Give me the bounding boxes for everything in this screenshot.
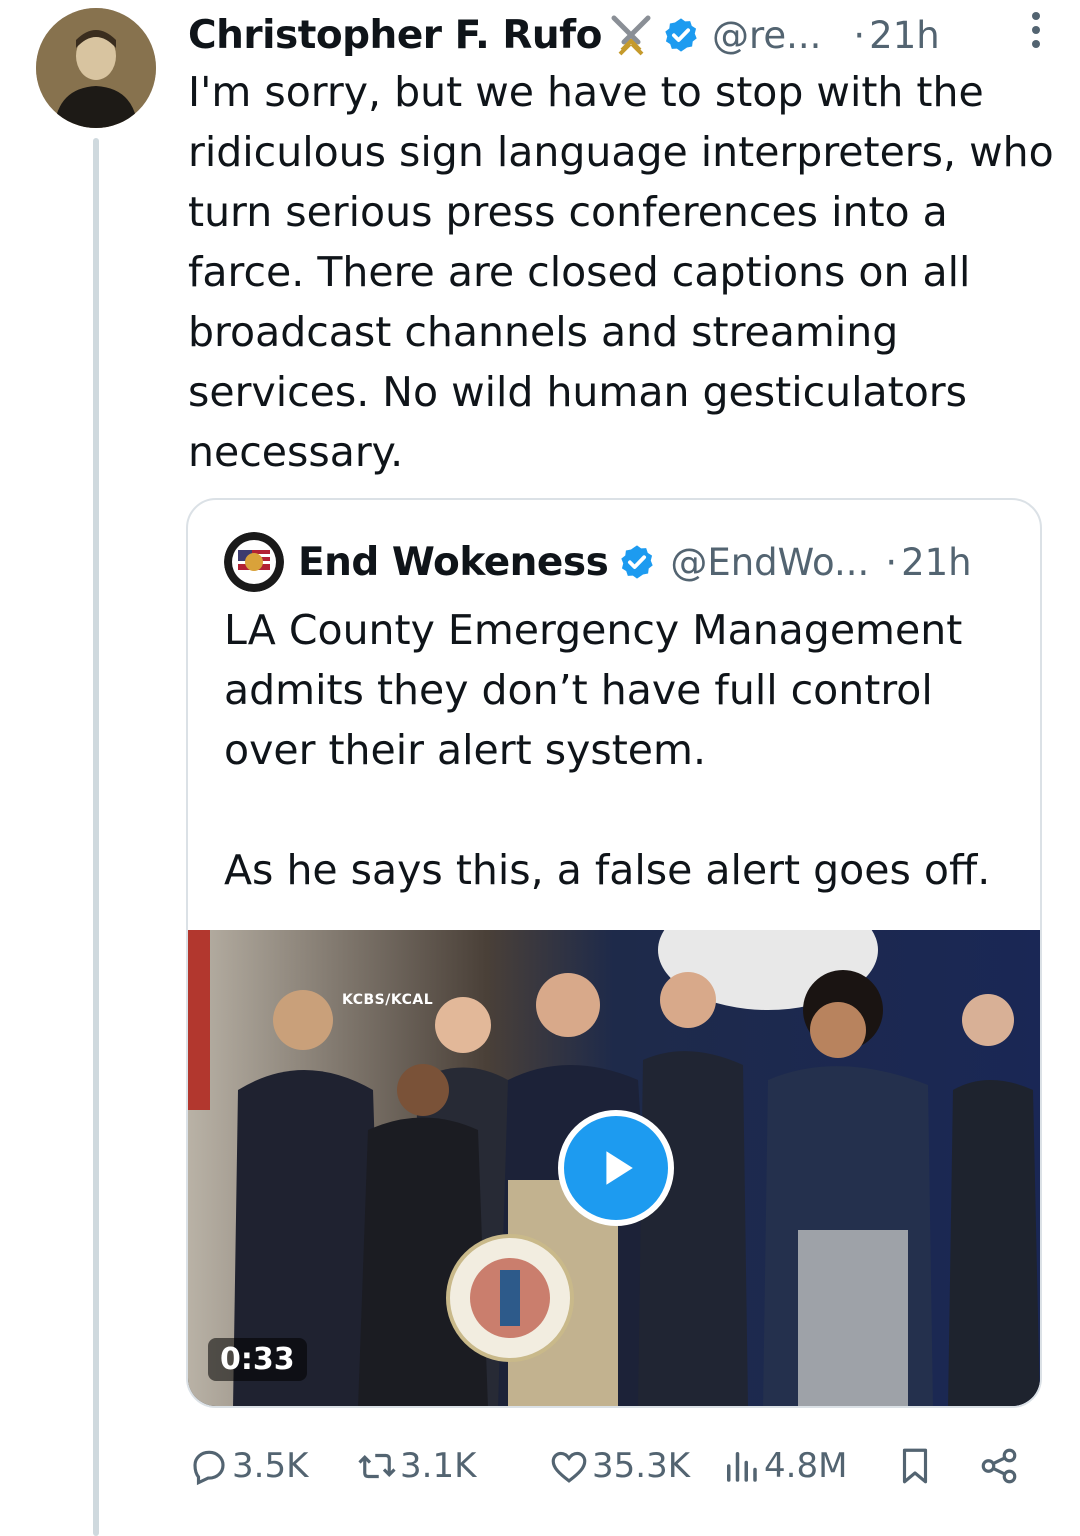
separator-dot: · xyxy=(885,540,898,584)
quoted-avatar xyxy=(224,532,284,592)
video-player[interactable]: KCBS/KCAL 0:33 xyxy=(188,930,1040,1406)
verified-icon xyxy=(621,545,653,579)
tweet-header: Christopher F. Rufo @re... · 21h xyxy=(188,8,1060,62)
more-options-icon[interactable] xyxy=(1028,8,1044,52)
quoted-tweet-text: LA County Emergency Management admits th… xyxy=(224,606,991,894)
quoted-author-name[interactable]: End Wokeness xyxy=(298,540,609,585)
bookmark-button[interactable] xyxy=(894,1436,936,1496)
action-bar: 3.5K 3.1K 35.3K 4.8M xyxy=(188,1436,1038,1496)
swords-icon xyxy=(611,15,651,56)
bookmark-icon xyxy=(902,1448,928,1484)
play-icon xyxy=(606,1151,633,1185)
view-count: 4.8M xyxy=(764,1446,848,1486)
reply-button[interactable]: 3.5K xyxy=(188,1436,308,1496)
play-button[interactable] xyxy=(558,1110,674,1226)
like-count: 35.3K xyxy=(592,1446,690,1486)
tweet-time[interactable]: 21h xyxy=(869,14,940,57)
quoted-tweet[interactable]: End Wokeness @EndWo... · 21h LA County E… xyxy=(186,498,1042,1408)
quoted-tweet-header: End Wokeness @EndWo... · 21h xyxy=(224,532,1020,592)
quoted-author-handle[interactable]: @EndWo... xyxy=(670,541,869,584)
heart-icon xyxy=(551,1451,587,1483)
verified-icon xyxy=(665,18,697,52)
retweet-button[interactable]: 3.1K xyxy=(356,1436,476,1496)
retweet-icon xyxy=(358,1453,396,1479)
video-duration: 0:33 xyxy=(208,1338,307,1381)
overlay-label: KCBS/KCAL xyxy=(342,992,434,1008)
share-button[interactable] xyxy=(978,1436,1020,1496)
reply-icon xyxy=(193,1450,225,1486)
views-button[interactable]: 4.8M xyxy=(720,1436,847,1496)
retweet-count: 3.1K xyxy=(400,1446,477,1486)
quoted-tweet-time[interactable]: 21h xyxy=(901,541,972,584)
avatar[interactable] xyxy=(36,8,156,128)
thread-line xyxy=(93,138,99,1536)
tweet-text: I'm sorry, but we have to stop with the … xyxy=(188,68,1054,476)
like-button[interactable]: 35.3K xyxy=(548,1436,690,1496)
author-name[interactable]: Christopher F. Rufo xyxy=(188,13,602,58)
tweet-detail: Christopher F. Rufo @re... · 21h I'm sor… xyxy=(0,0,1080,1536)
analytics-icon xyxy=(727,1452,757,1482)
separator-dot: · xyxy=(853,13,866,57)
author-handle[interactable]: @re... xyxy=(712,14,821,57)
share-icon xyxy=(981,1448,1017,1484)
reply-count: 3.5K xyxy=(232,1446,309,1486)
